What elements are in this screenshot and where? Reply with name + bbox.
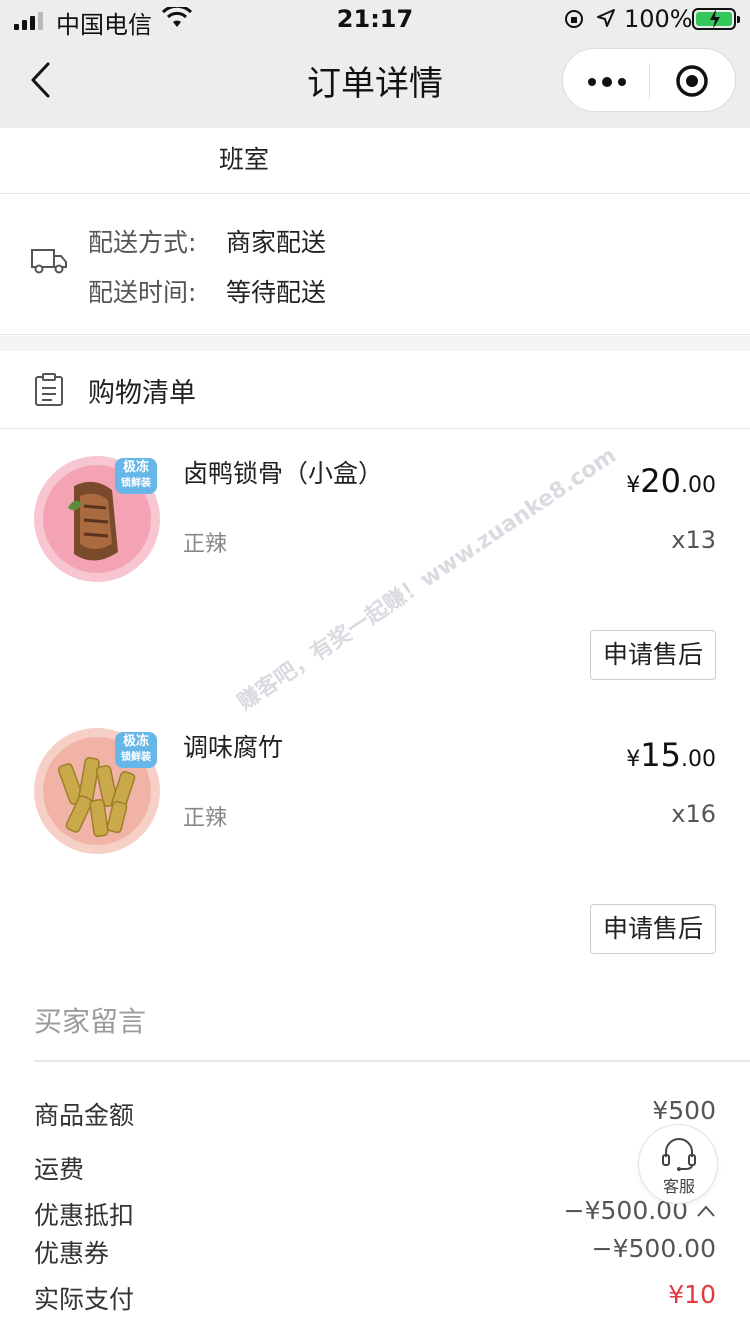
product-quantity: x16 xyxy=(671,800,716,828)
delivery-section: 配送方式: 商家配送 配送时间: 等待配送 xyxy=(0,195,750,335)
summary-discount[interactable]: 优惠抵扣 −¥500.00 xyxy=(34,1196,716,1232)
order-item: 极冻 锁鲜装 卤鸭锁骨（小盒） 正辣 ¥20.00 x13 申请售后 xyxy=(0,430,750,700)
customer-service-label: 客服 xyxy=(662,1177,695,1196)
badge-line-1: 极冻 xyxy=(122,460,149,475)
address-text: 班室 xyxy=(219,145,270,174)
delivery-time-label: 配送时间: xyxy=(88,278,197,307)
goods-amount-label: 商品金额 xyxy=(34,1101,135,1130)
order-item: 极冻 锁鲜装 调味腐竹 正辣 ¥15.00 x16 申请售后 xyxy=(0,704,750,974)
product-spec: 正辣 xyxy=(183,806,228,831)
status-bar: 中国电信 21:17 100% xyxy=(0,0,750,40)
price-currency: ¥ xyxy=(626,747,641,772)
badge-line-2: 锁鲜装 xyxy=(121,752,151,763)
delivery-time-value: 等待配送 xyxy=(226,278,327,307)
price-currency: ¥ xyxy=(626,473,641,498)
buyer-message-label[interactable]: 买家留言 xyxy=(34,1000,146,1040)
actual-pay-label: 实际支付 xyxy=(34,1285,135,1314)
product-price: ¥20.00 xyxy=(626,462,716,500)
shopping-list-header: 购物清单 xyxy=(0,351,750,429)
frozen-fresh-badge: 极冻 锁鲜装 xyxy=(115,458,157,494)
badge-line-2: 锁鲜装 xyxy=(121,478,151,489)
price-decimal: .00 xyxy=(681,473,716,498)
summary-actual-pay: 实际支付 ¥10 xyxy=(34,1280,716,1316)
top-bar: 中国电信 21:17 100% 订单详情 xyxy=(0,0,750,128)
discount-label: 优惠抵扣 xyxy=(34,1201,135,1230)
badge-line-1: 极冻 xyxy=(122,734,149,749)
coupon-value: −¥500.00 xyxy=(591,1234,716,1263)
location-arrow-icon xyxy=(597,9,615,27)
goods-amount-value: ¥500 xyxy=(652,1096,716,1125)
price-decimal: .00 xyxy=(681,747,716,772)
coupon-label: 优惠券 xyxy=(34,1239,110,1268)
delivery-method-value: 商家配送 xyxy=(226,228,327,257)
product-spec: 正辣 xyxy=(183,532,228,557)
product-quantity: x13 xyxy=(671,526,716,554)
product-name: 调味腐竹 xyxy=(183,733,284,762)
product-price: ¥15.00 xyxy=(626,736,716,774)
summary-coupon: 优惠券 −¥500.00 xyxy=(34,1234,716,1270)
frozen-fresh-badge: 极冻 锁鲜装 xyxy=(115,732,157,768)
headset-icon xyxy=(662,1138,696,1171)
after-sale-button[interactable]: 申请售后 xyxy=(590,630,716,680)
battery-percent: 100% xyxy=(624,5,693,33)
customer-service-button[interactable]: 客服 xyxy=(638,1124,718,1204)
capsule-divider xyxy=(649,63,650,99)
address-section: 班室 xyxy=(0,128,750,194)
buyer-message-divider xyxy=(34,1060,750,1062)
rotation-lock-icon xyxy=(565,10,583,28)
mini-program-capsule xyxy=(562,48,736,112)
close-mini-program-icon[interactable] xyxy=(675,64,709,98)
delivery-method-row: 配送方式: 商家配送 xyxy=(88,223,326,259)
product-name: 卤鸭锁骨（小盒） xyxy=(183,459,384,488)
truck-icon xyxy=(31,249,67,274)
battery-icon xyxy=(692,8,740,30)
chevron-up-icon[interactable] xyxy=(696,1204,716,1218)
shipping-label: 运费 xyxy=(34,1155,85,1184)
delivery-method-label: 配送方式: xyxy=(88,228,197,257)
delivery-time-row: 配送时间: 等待配送 xyxy=(88,273,326,309)
more-options-icon[interactable] xyxy=(587,77,627,87)
clipboard-icon xyxy=(35,373,63,406)
summary-goods-amount: 商品金额 ¥500 xyxy=(34,1096,716,1132)
section-divider xyxy=(0,336,750,351)
after-sale-button[interactable]: 申请售后 xyxy=(590,904,716,954)
price-integer: 15 xyxy=(640,736,681,774)
shopping-list-title: 购物清单 xyxy=(88,378,196,409)
price-integer: 20 xyxy=(640,462,681,500)
summary-shipping: 运费 xyxy=(34,1150,716,1186)
actual-pay-value: ¥10 xyxy=(668,1280,716,1309)
